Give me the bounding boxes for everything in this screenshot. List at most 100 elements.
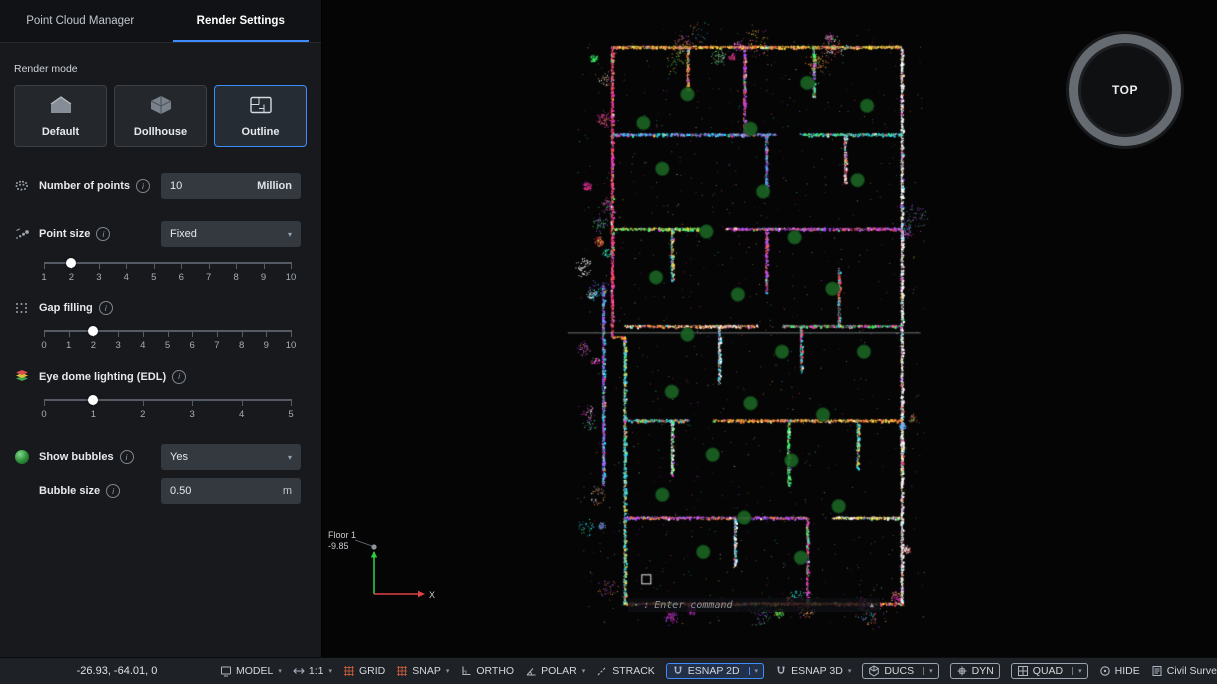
status-item-model[interactable]: MODEL ▾ [220, 665, 282, 677]
point-size-dropdown[interactable]: Fixed ▾ [161, 221, 301, 247]
model-icon [220, 665, 232, 677]
info-icon[interactable]: i [96, 227, 110, 241]
slider-tick-label: 5 [288, 409, 293, 420]
slider-tick-label: 10 [286, 272, 297, 283]
view-compass[interactable]: TOP [1069, 34, 1181, 146]
slider-tick-label: 1 [66, 340, 71, 351]
slider-track[interactable] [44, 262, 291, 264]
slider-tick [242, 399, 243, 406]
dyn-icon [956, 665, 968, 677]
number-of-points-value[interactable]: 10 [170, 180, 182, 192]
slider-tick-label: 3 [190, 409, 195, 420]
status-item-label: MODEL [236, 665, 273, 677]
edl-slider[interactable]: 012345 [44, 392, 291, 424]
edl-layers-icon [12, 369, 32, 384]
info-icon[interactable]: i [99, 301, 113, 315]
status-item-quad[interactable]: QUAD▾ [1011, 663, 1088, 679]
status-item-ortho[interactable]: ORTHO [460, 665, 514, 677]
slider-handle[interactable] [66, 258, 76, 268]
slider-tick-label: 4 [239, 409, 244, 420]
sidebar-panel: Point Cloud Manager Render Settings Rend… [0, 0, 322, 657]
status-item-polar[interactable]: POLAR ▾ [525, 665, 585, 677]
status-item-esnap-3d[interactable]: ESNAP 3D▾ [775, 665, 851, 677]
chevron-down-icon[interactable]: ▾ [288, 230, 292, 239]
chevron-down-icon[interactable]: ▾ [278, 667, 282, 675]
chevron-down-icon[interactable]: ▾ [848, 667, 852, 675]
status-bar: -26.93, -64.01, 0 MODEL▾1:1▾GRIDSNAP▾ORT… [0, 657, 1217, 684]
slider-tick [126, 262, 127, 269]
3d-viewport[interactable]: TOP Floor 1 -9.85 X ▾ : Enter command ▲ [322, 0, 1217, 657]
magnet-icon [775, 665, 787, 677]
status-item-label: DYN [972, 665, 994, 677]
slider-tick [291, 262, 292, 269]
number-of-points-input[interactable]: 10 Million [161, 173, 301, 199]
status-item-snap[interactable]: SNAP ▾ [396, 665, 449, 677]
slider-handle[interactable] [88, 326, 98, 336]
bubble-size-unit: m [283, 485, 292, 497]
gap-filling-slider[interactable]: 012345678910 [44, 323, 291, 355]
slider-tick-label: 5 [165, 340, 170, 351]
floor-callout-line [355, 540, 372, 546]
slider-tick [217, 330, 218, 337]
slider-track[interactable] [44, 399, 291, 401]
point-size-icon [12, 227, 32, 241]
render-mode-default-label: Default [42, 126, 79, 138]
render-mode-dollhouse-button[interactable]: Dollhouse [114, 85, 207, 147]
status-item-ducs[interactable]: DUCS▾ [862, 663, 938, 679]
chevron-down-icon[interactable]: ▾ [923, 667, 933, 675]
tab-render-settings[interactable]: Render Settings [161, 0, 322, 42]
point-size-slider[interactable]: 12345678910 [44, 255, 291, 287]
chevron-down-icon[interactable]: ▾ [1072, 667, 1082, 675]
render-mode-default-button[interactable]: Default [14, 85, 107, 147]
command-bar[interactable]: ▾ : Enter command ▲ [628, 598, 880, 612]
number-of-points-label: Number of points [39, 180, 130, 192]
point-size-selected[interactable]: Fixed [170, 228, 197, 240]
scale-icon [293, 665, 305, 677]
y-axis-arrowhead [371, 551, 377, 558]
slider-tick [264, 262, 265, 269]
compass-top-label[interactable]: TOP [1112, 83, 1138, 97]
number-of-points-row: Number of points i 10 Million [0, 173, 321, 199]
render-mode-outline-button[interactable]: Outline [214, 85, 307, 147]
show-bubbles-dropdown[interactable]: Yes ▾ [161, 444, 301, 470]
slider-handle[interactable] [88, 395, 98, 405]
command-prompt[interactable]: Enter command [654, 600, 732, 611]
status-item-label: ESNAP 2D [688, 665, 740, 677]
bubble-size-input[interactable]: 0.50 m [161, 478, 301, 504]
status-item-grid[interactable]: GRID [343, 665, 385, 677]
chevron-down-icon[interactable]: ▾ [328, 667, 332, 675]
gap-filling-icon [12, 301, 32, 315]
status-item-1-1[interactable]: 1:1▾ [293, 665, 332, 677]
info-icon[interactable]: i [172, 370, 186, 384]
status-item-label: POLAR [541, 665, 577, 677]
slider-tick-label: 6 [190, 340, 195, 351]
render-mode-group: Default Dollhouse Outline [0, 85, 321, 147]
slider-tick [154, 262, 155, 269]
status-item-civil-survey[interactable]: Civil Survey▾ [1151, 665, 1217, 677]
status-item-strack[interactable]: STRACK [596, 665, 655, 677]
status-item-esnap-2d[interactable]: ESNAP 2D ▾ [666, 663, 764, 679]
status-item-dyn[interactable]: DYN [950, 663, 1000, 679]
slider-tick [192, 330, 193, 337]
chevron-down-icon[interactable]: ▾ [749, 667, 759, 675]
chevron-down-icon[interactable]: ▾ [634, 601, 638, 609]
info-icon[interactable]: i [106, 484, 120, 498]
scroll-up-icon[interactable]: ▲ [870, 601, 874, 609]
slider-tick-label: 4 [124, 272, 129, 283]
render-mode-outline-label: Outline [242, 126, 280, 138]
show-bubbles-selected[interactable]: Yes [170, 451, 188, 463]
info-icon[interactable]: i [136, 179, 150, 193]
chevron-down-icon[interactable]: ▾ [288, 453, 292, 462]
bubble-size-value[interactable]: 0.50 [170, 485, 191, 497]
slider-tick [143, 399, 144, 406]
slider-tick [192, 399, 193, 406]
info-icon[interactable]: i [120, 450, 134, 464]
chevron-down-icon[interactable]: ▾ [446, 667, 450, 675]
status-item-label: SNAP [412, 665, 441, 677]
chevron-down-icon[interactable]: ▾ [582, 667, 586, 675]
render-mode-dollhouse-label: Dollhouse [134, 126, 187, 138]
status-item-hide[interactable]: HIDE [1099, 665, 1140, 677]
slider-tick [143, 330, 144, 337]
tab-point-cloud-manager[interactable]: Point Cloud Manager [0, 0, 161, 42]
slider-tick [118, 330, 119, 337]
